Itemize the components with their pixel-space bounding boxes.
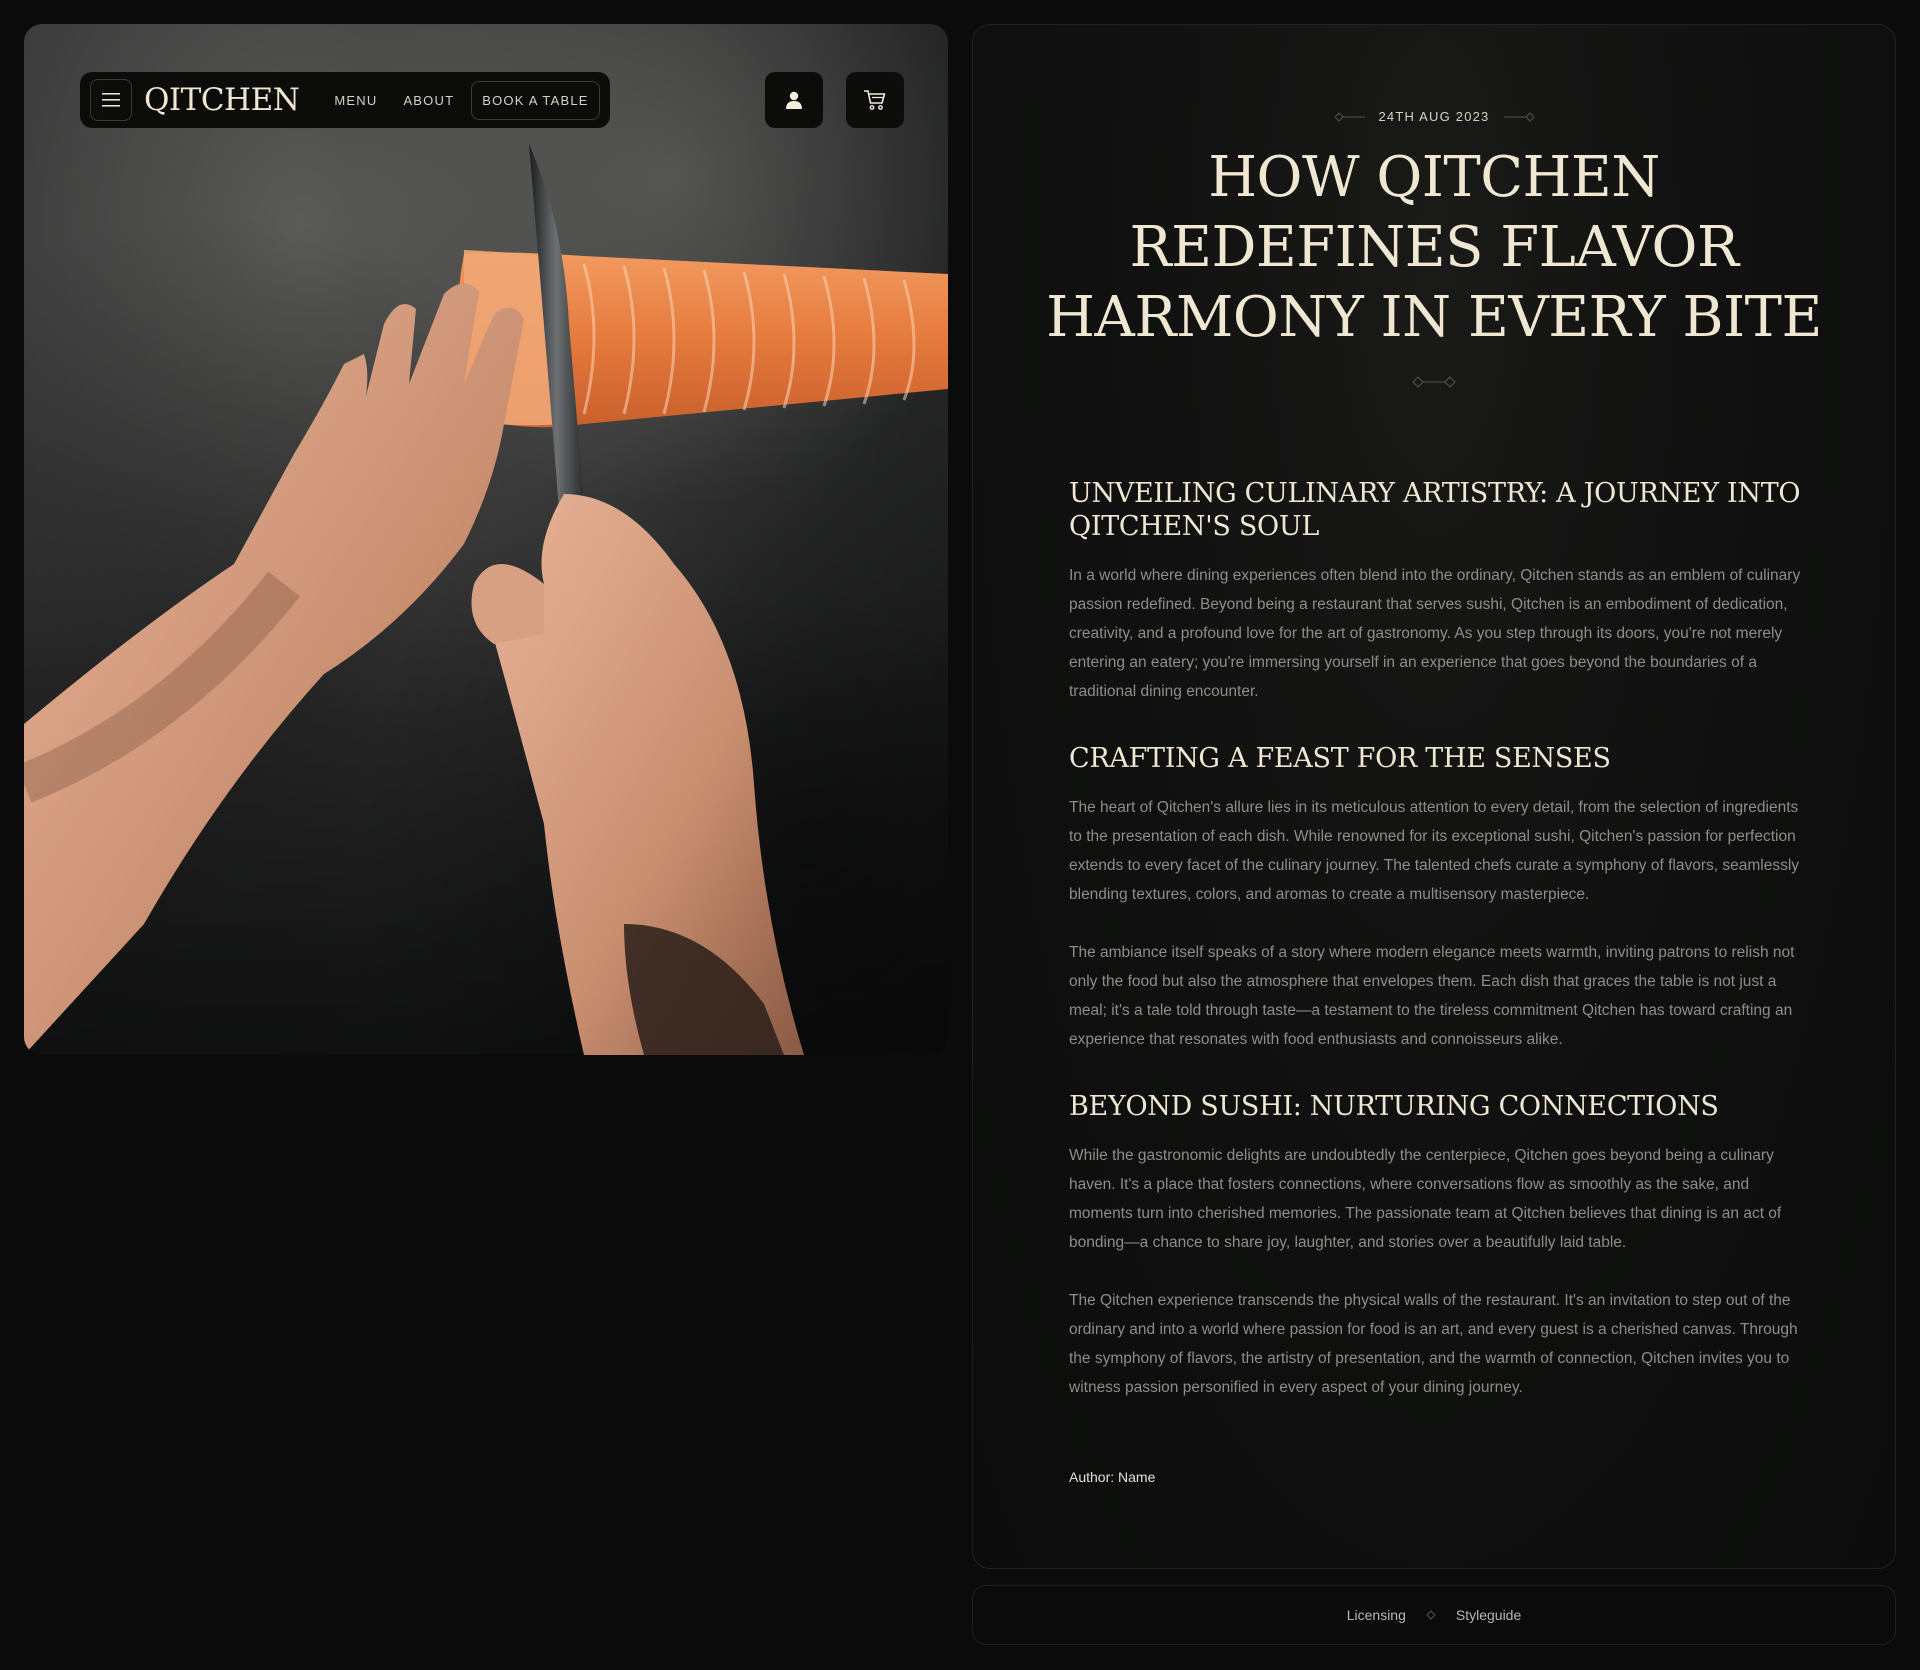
ornament-diamond-icon xyxy=(1412,376,1456,388)
article-title: HOW QITCHEN REDEFINES FLAVOR HARMONY IN … xyxy=(1046,145,1822,350)
brand-logo[interactable]: QITCHEN xyxy=(144,82,300,118)
article-section: UNVEILING CULINARY ARTISTRY: A JOURNEY I… xyxy=(1069,477,1805,706)
section-heading: UNVEILING CULINARY ARTISTRY: A JOURNEY I… xyxy=(1069,478,1801,542)
article-author: Author: Name xyxy=(1069,1469,1156,1485)
ornament-line-icon xyxy=(1334,111,1365,122)
article-panel: 24TH AUG 2023 HOW QITCHEN REDEFINES FLAV… xyxy=(972,24,1896,1569)
section-paragraph: In a world where dining experiences ofte… xyxy=(1069,567,1801,700)
section-heading: BEYOND SUSHI: NURTURING CONNECTIONS xyxy=(1069,1091,1719,1122)
nav-link-about[interactable]: ABOUT xyxy=(390,83,467,118)
cart-icon xyxy=(864,90,886,110)
section-paragraph: The Qitchen experience transcends the ph… xyxy=(1069,1292,1798,1396)
article-section: BEYOND SUSHI: NURTURING CONNECTIONS Whil… xyxy=(1069,1090,1805,1402)
top-navigation: QITCHEN MENU ABOUT BOOK A TABLE xyxy=(80,72,610,128)
article-body: UNVEILING CULINARY ARTISTRY: A JOURNEY I… xyxy=(1069,477,1805,1438)
article-section: CRAFTING A FEAST FOR THE SENSES The hear… xyxy=(1069,742,1805,1054)
article-date: 24TH AUG 2023 xyxy=(1378,109,1490,124)
hero-image: QITCHEN MENU ABOUT BOOK A TABLE xyxy=(24,24,948,1055)
hamburger-menu-icon xyxy=(102,93,120,107)
footer: Licensing Styleguide xyxy=(972,1585,1896,1645)
date-row: 24TH AUG 2023 xyxy=(973,109,1895,124)
diamond-separator-icon xyxy=(1426,1610,1436,1620)
cart-button[interactable] xyxy=(846,72,904,128)
book-table-button[interactable]: BOOK A TABLE xyxy=(471,80,600,120)
section-paragraph: The heart of Qitchen's allure lies in it… xyxy=(1069,799,1800,903)
user-icon xyxy=(786,91,802,109)
section-paragraph: The ambiance itself speaks of a story wh… xyxy=(1069,944,1795,1048)
hamburger-menu-button[interactable] xyxy=(90,79,132,121)
account-button[interactable] xyxy=(765,72,823,128)
salmon-cutting-illustration xyxy=(24,144,948,1055)
section-paragraph: While the gastronomic delights are undou… xyxy=(1069,1147,1782,1251)
title-divider xyxy=(973,375,1895,389)
footer-link-styleguide[interactable]: Styleguide xyxy=(1456,1607,1521,1623)
footer-link-licensing[interactable]: Licensing xyxy=(1347,1607,1406,1623)
nav-link-menu[interactable]: MENU xyxy=(321,83,390,118)
ornament-line-icon xyxy=(1503,111,1534,122)
section-heading: CRAFTING A FEAST FOR THE SENSES xyxy=(1069,743,1611,774)
